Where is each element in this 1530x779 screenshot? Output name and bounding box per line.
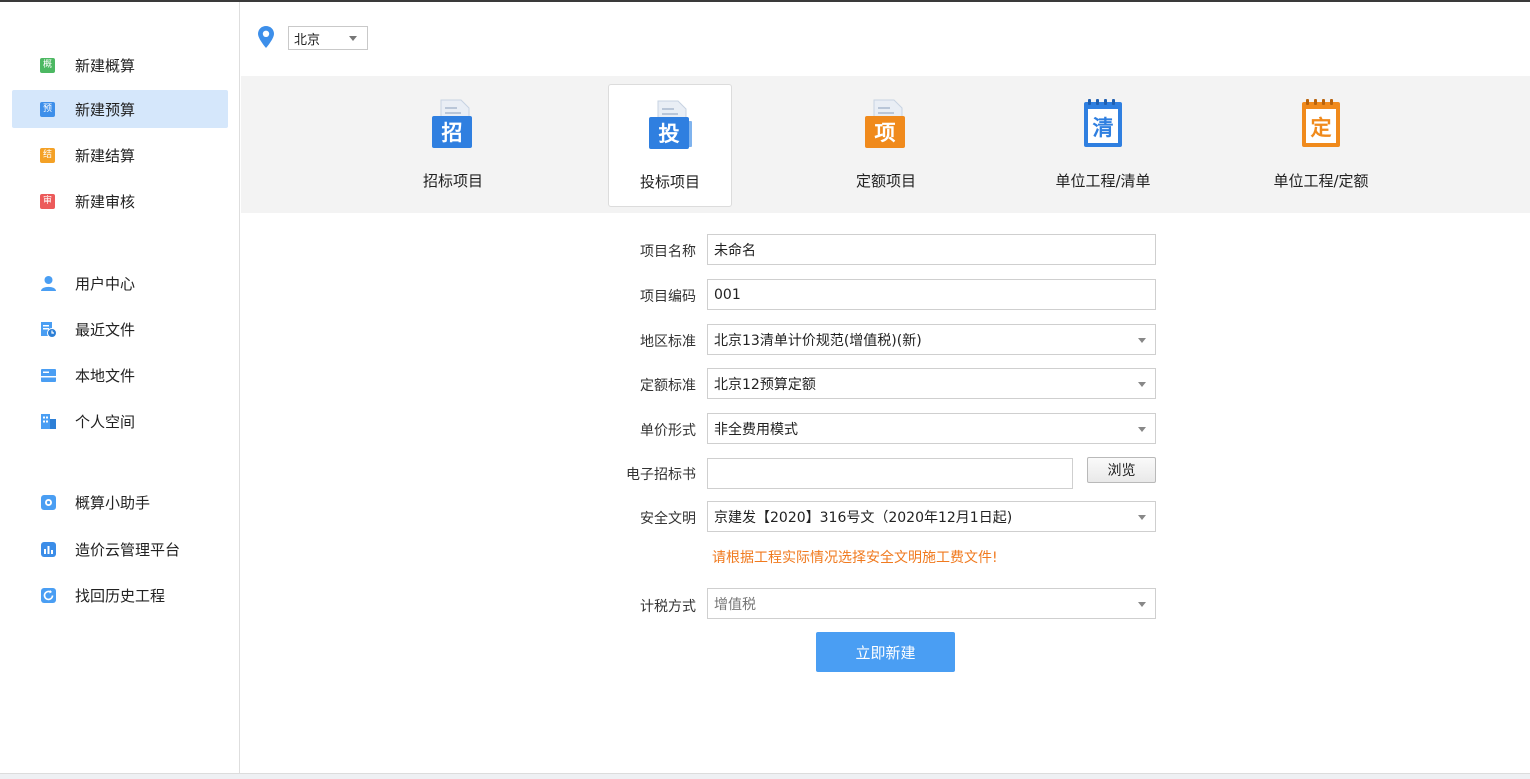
quota-doc-icon: 项 [860, 98, 912, 150]
quota-standard-label: 定额标准 [640, 378, 696, 394]
project-type-label: 招标项目 [422, 172, 483, 190]
budget-badge-icon: 预 [40, 101, 55, 117]
bid-doc-icon: 投 [644, 99, 696, 151]
region-standard-label: 地区标准 [640, 334, 696, 350]
tender-doc-icon: 招 [427, 98, 479, 150]
location-pin-icon [258, 26, 274, 48]
sidebar-item-label: 新建审核 [75, 192, 136, 211]
project-type-bar: 招 招标项目 投 投标项目 项 定额项目 清 单位工程/清单 定 单位工程/定额 [241, 76, 1530, 213]
local-files-icon [40, 367, 57, 384]
project-name-label: 项目名称 [640, 244, 696, 260]
unit-price-form-select[interactable]: 非全费用模式 [707, 413, 1156, 444]
sidebar-item-new-audit[interactable]: 审 新建审核 [12, 182, 228, 220]
project-type-quota[interactable]: 项 定额项目 [824, 84, 948, 207]
assistant-icon [40, 494, 57, 511]
project-type-label: 单位工程/定额 [1273, 172, 1369, 190]
unit-price-form-value: 非全费用模式 [714, 421, 798, 438]
window-bottom-border [0, 773, 1530, 779]
sidebar-item-label: 本地文件 [75, 366, 136, 385]
sidebar-item-new-settlement[interactable]: 结 新建结算 [12, 136, 228, 174]
svg-text:清: 清 [1093, 116, 1114, 140]
sidebar-item-new-budget[interactable]: 预 新建预算 [12, 90, 228, 128]
sidebar-item-recent-files[interactable]: 最近文件 [12, 310, 228, 348]
project-type-label: 投标项目 [639, 173, 700, 191]
region-select[interactable]: 北京 [288, 26, 368, 50]
sidebar-item-label: 概算小助手 [75, 493, 151, 512]
sidebar-item-label: 新建结算 [75, 146, 136, 165]
safety-warning: 请根据工程实际情况选择安全文明施工费文件! [712, 550, 998, 566]
svg-text:招: 招 [442, 121, 463, 145]
sidebar-item-label: 造价云管理平台 [75, 540, 181, 559]
quota-standard-value: 北京12预算定额 [714, 376, 816, 393]
project-name-input[interactable]: 未命名 [707, 234, 1156, 265]
region-standard-select[interactable]: 北京13清单计价规范(增值税)(新) [707, 324, 1156, 355]
chevron-down-icon [1138, 427, 1146, 432]
safety-select[interactable]: 京建发【2020】316号文（2020年12月1日起) [707, 501, 1156, 532]
region-select-value: 北京 [294, 32, 321, 48]
tax-method-select[interactable]: 增值税 [707, 588, 1156, 619]
svg-text:投: 投 [659, 122, 680, 146]
recent-files-icon [40, 321, 57, 338]
unit-list-doc-icon: 清 [1077, 98, 1129, 150]
e-tender-input[interactable] [707, 458, 1073, 489]
tax-method-value: 增值税 [714, 596, 756, 613]
sidebar-item-local-files[interactable]: 本地文件 [12, 356, 228, 394]
project-type-unit-quota[interactable]: 定 单位工程/定额 [1259, 84, 1383, 207]
estimate-badge-icon: 概 [40, 57, 55, 73]
browse-button[interactable]: 浏览 [1087, 457, 1156, 483]
quota-standard-select[interactable]: 北京12预算定额 [707, 368, 1156, 399]
project-type-tender[interactable]: 招 招标项目 [391, 84, 515, 207]
audit-badge-icon: 审 [40, 193, 55, 209]
sidebar-item-label: 新建概算 [75, 56, 136, 75]
project-type-label: 单位工程/清单 [1055, 172, 1151, 190]
sidebar-item-personal-space[interactable]: 个人空间 [12, 402, 228, 440]
chevron-down-icon [1138, 515, 1146, 520]
project-type-bid[interactable]: 投 投标项目 [608, 84, 732, 207]
svg-text:定: 定 [1311, 116, 1332, 140]
project-name-value: 未命名 [714, 242, 756, 259]
unit-quota-doc-icon: 定 [1295, 98, 1347, 150]
personal-space-icon [40, 413, 57, 430]
safety-label: 安全文明 [640, 511, 696, 527]
user-icon [40, 275, 57, 292]
chevron-down-icon [1138, 338, 1146, 343]
tax-method-label: 计税方式 [640, 599, 696, 615]
sidebar-item-label: 新建预算 [75, 100, 136, 119]
chevron-down-icon [1138, 602, 1146, 607]
sidebar-item-label: 用户中心 [75, 274, 136, 293]
project-type-label: 定额项目 [855, 172, 916, 190]
project-type-unit-list[interactable]: 清 单位工程/清单 [1041, 84, 1165, 207]
sidebar-item-recover-history[interactable]: 找回历史工程 [12, 576, 228, 614]
create-now-button[interactable]: 立即新建 [816, 632, 955, 672]
e-tender-label: 电子招标书 [626, 467, 696, 483]
history-icon [40, 587, 57, 604]
chevron-down-icon [349, 36, 357, 41]
project-code-input[interactable]: 001 [707, 279, 1156, 310]
sidebar-item-label: 最近文件 [75, 320, 136, 339]
sidebar-item-label: 找回历史工程 [75, 586, 166, 605]
unit-price-form-label: 单价形式 [640, 423, 696, 439]
sidebar-item-estimate-assistant[interactable]: 概算小助手 [12, 483, 228, 521]
chevron-down-icon [1138, 382, 1146, 387]
project-code-value: 001 [714, 286, 741, 303]
settlement-badge-icon: 结 [40, 147, 55, 163]
safety-value: 京建发【2020】316号文（2020年12月1日起) [714, 509, 1013, 526]
sidebar-item-label: 个人空间 [75, 412, 136, 431]
project-code-label: 项目编码 [640, 289, 696, 305]
sidebar-item-user-center[interactable]: 用户中心 [12, 264, 228, 302]
sidebar-item-new-estimate[interactable]: 概 新建概算 [12, 46, 228, 84]
sidebar-item-cloud-platform[interactable]: 造价云管理平台 [12, 530, 228, 568]
sidebar: 概 新建概算 预 新建预算 结 新建结算 审 新建审核 用户中心 最近文件 本地… [0, 2, 240, 773]
svg-text:项: 项 [875, 121, 896, 145]
cloud-platform-icon [40, 541, 57, 558]
region-standard-value: 北京13清单计价规范(增值税)(新) [714, 332, 922, 349]
